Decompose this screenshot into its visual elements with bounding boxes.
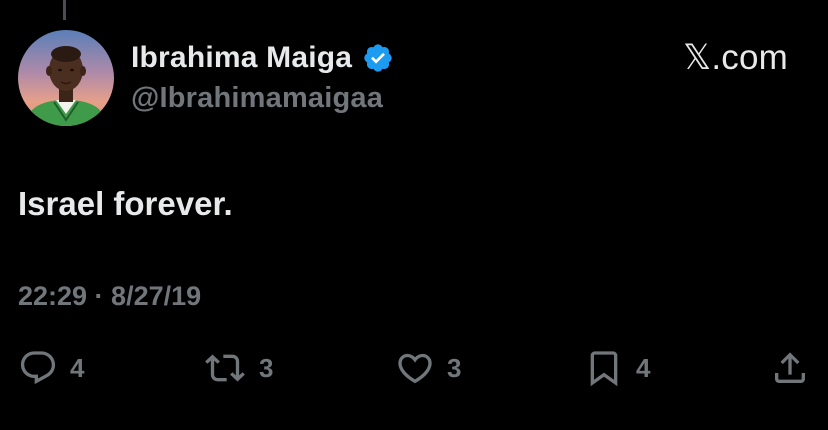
reply-button[interactable]: 4: [18, 344, 84, 392]
retweet-count: 3: [259, 353, 274, 383]
author-name-row[interactable]: Ibrahima Maiga: [131, 40, 394, 76]
share-button[interactable]: [770, 344, 810, 392]
like-button[interactable]: 3: [395, 344, 461, 392]
tweet-action-bar: 4 3 3 4: [0, 344, 828, 392]
share-icon: [770, 348, 810, 388]
source-label: 𝕏.com: [682, 38, 788, 77]
bookmark-count: 4: [636, 353, 651, 383]
avatar[interactable]: [18, 30, 114, 126]
display-name[interactable]: Ibrahima Maiga: [131, 40, 352, 76]
like-icon: [395, 348, 435, 388]
reply-count: 4: [70, 353, 85, 383]
verified-badge-icon: [362, 42, 394, 74]
like-count: 3: [447, 353, 462, 383]
retweet-icon: [203, 348, 247, 388]
reply-icon: [18, 348, 58, 388]
bookmark-icon: [584, 348, 624, 388]
avatar-image: [18, 30, 114, 126]
retweet-button[interactable]: 3: [203, 344, 273, 392]
thread-connector-line: [63, 0, 66, 20]
tweet-text: Israel forever.: [18, 185, 233, 222]
user-handle[interactable]: @Ibrahimamaigaa: [131, 80, 383, 116]
tweet-timestamp[interactable]: 22:29 · 8/27/19: [18, 278, 201, 314]
tweet-card: Ibrahima Maiga @Ibrahimamaigaa 𝕏.com Isr…: [0, 0, 828, 430]
bookmark-button[interactable]: 4: [584, 344, 650, 392]
